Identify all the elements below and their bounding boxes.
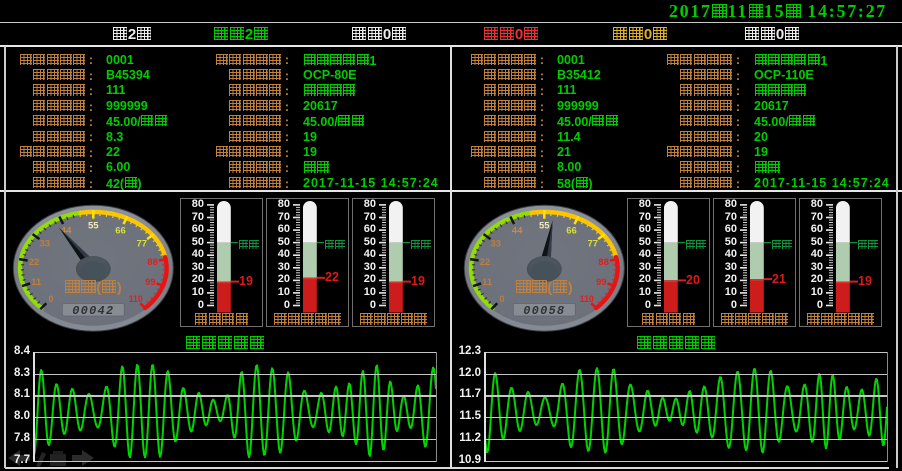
svg-text:110: 110 <box>580 294 594 304</box>
svg-text:88: 88 <box>598 257 609 268</box>
svg-text:00042: 00042 <box>72 304 114 318</box>
svg-text:0: 0 <box>48 294 53 304</box>
svg-text:66: 66 <box>115 225 126 236</box>
svg-text:33: 33 <box>40 238 51 249</box>
svg-text:55: 55 <box>539 221 550 232</box>
svg-text:33: 33 <box>491 238 502 249</box>
svg-text:77: 77 <box>137 238 148 249</box>
svg-text:77: 77 <box>588 238 599 249</box>
svg-text:22: 22 <box>480 257 491 268</box>
svg-text:110: 110 <box>129 294 143 304</box>
svg-text:66: 66 <box>566 225 577 236</box>
svg-text:0: 0 <box>499 294 504 304</box>
svg-text:88: 88 <box>147 257 158 268</box>
svg-text:22: 22 <box>29 257 40 268</box>
svg-text:55: 55 <box>88 221 99 232</box>
svg-text:44: 44 <box>512 225 523 236</box>
svg-text:00058: 00058 <box>523 304 565 318</box>
